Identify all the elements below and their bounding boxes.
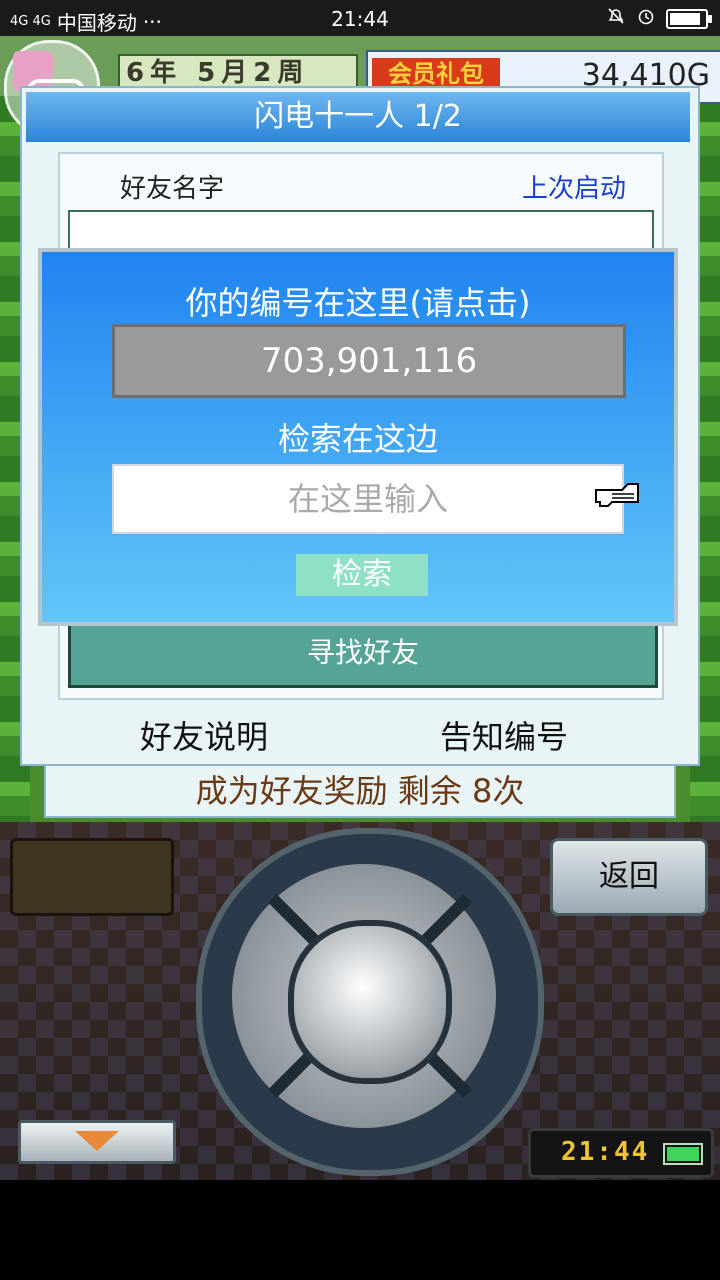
- triangle-down-icon: [75, 1131, 119, 1151]
- search-input[interactable]: 在这里输入: [112, 464, 624, 534]
- controller-clock: 21:44: [528, 1128, 714, 1178]
- panel-links: 好友说明 告知编号: [22, 708, 698, 758]
- status-bar: 4G 4G 中国移动 ··· 21:44: [0, 0, 720, 36]
- dpad-center-button[interactable]: [288, 920, 452, 1084]
- battery-icon: [666, 8, 712, 29]
- col-friend-name: 好友名字: [120, 174, 225, 204]
- your-id-button[interactable]: 703,901,116: [112, 324, 626, 398]
- clock-time: 21:44: [561, 1137, 650, 1167]
- your-id-title: 你的编号在这里(请点击): [185, 284, 531, 322]
- dpad[interactable]: [196, 828, 544, 1176]
- menu-down-button[interactable]: [18, 1120, 176, 1164]
- alarm-icon: [636, 6, 656, 31]
- back-button[interactable]: 返回: [550, 838, 708, 916]
- search-title: 检索在这边: [277, 420, 438, 458]
- panel-title: 闪电十一人 1/2: [26, 92, 690, 142]
- lcd-panel: [10, 838, 174, 916]
- friend-row[interactable]: [68, 210, 654, 252]
- battery-icon: [663, 1143, 703, 1165]
- find-friends-button[interactable]: 寻找好友: [68, 618, 658, 688]
- status-right: [606, 6, 712, 31]
- virtual-controller: 返回 21:44: [0, 822, 720, 1180]
- tell-id-link[interactable]: 告知编号: [440, 712, 568, 758]
- friend-reward-bar: 成为好友奖励 剩余 8次: [44, 764, 676, 818]
- col-last-launch[interactable]: 上次启动: [522, 168, 626, 205]
- search-button[interactable]: 检索: [296, 554, 428, 596]
- pointing-hand-icon: [594, 480, 644, 508]
- id-search-dialog: 你的编号在这里(请点击) 703,901,116 检索在这边 在这里输入 检索: [38, 248, 678, 626]
- mute-icon: [606, 6, 626, 31]
- friend-info-link[interactable]: 好友说明: [140, 712, 268, 758]
